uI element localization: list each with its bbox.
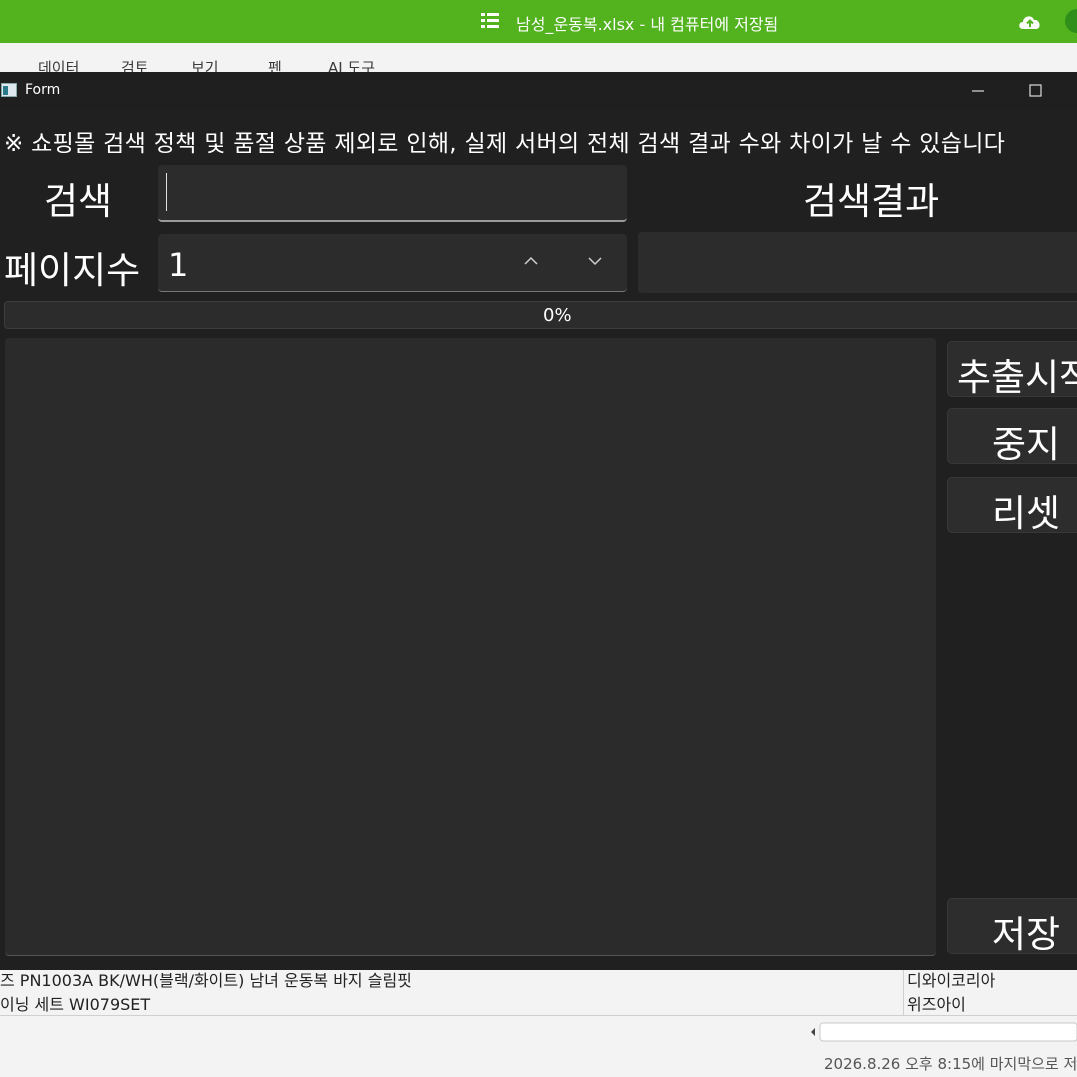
search-result-label: 검색결과 [803,180,940,223]
excel-title-bar: 남성_운동복.xlsx - 내 컴퓨터에 저장됨 [0,0,1077,43]
avatar[interactable] [1065,9,1077,33]
text-caret [166,173,167,211]
chevron-up-icon[interactable] [520,254,542,268]
document-list-icon [481,13,499,28]
stop-button[interactable]: 중지 [947,408,1077,464]
product-name-cell[interactable]: 이닝 세트 WI079SET [0,991,150,1015]
table-row[interactable]: 이닝 세트 WI079SET 위즈아이 [0,987,1077,1016]
search-label: 검색 [44,180,113,223]
cloud-upload-icon[interactable] [1017,11,1043,33]
maximize-icon[interactable] [1019,78,1051,104]
brand-cell[interactable]: 위즈아이 [907,991,966,1015]
horizontal-scrollbar[interactable] [800,1021,1077,1043]
page-count-stepper[interactable]: 1 [158,234,627,292]
reset-label: 리셋 [992,492,1061,533]
document-title[interactable]: 남성_운동복.xlsx - 내 컴퓨터에 저장됨 [516,11,778,35]
form-window: Form ※ 쇼핑몰 검색 정책 및 품절 상품 제외로 인해, 실제 서버의 … [0,72,1077,970]
save-button[interactable]: 저장 [947,898,1077,954]
progress-bar: 0% [4,301,1077,329]
notice-text: ※ 쇼핑몰 검색 정책 및 품절 상품 제외로 인해, 실제 서버의 전체 검색… [4,131,1006,157]
minimize-icon[interactable] [962,78,994,104]
cell-divider [903,987,904,1015]
form-title-bar[interactable]: Form [0,72,1077,110]
page-count-value: 1 [168,246,189,284]
search-result-field [638,232,1077,293]
stop-label: 중지 [992,423,1061,464]
window-title: Form [25,82,61,98]
save-status: 2026.8.26 오후 8:15에 마지막으로 저장 [824,1055,1077,1073]
page-count-label: 페이지수 [4,249,141,292]
chevron-down-icon[interactable] [584,254,606,268]
start-extract-button[interactable]: 추출시작 [947,341,1077,397]
save-label: 저장 [992,913,1061,954]
app-icon [1,83,17,97]
search-input[interactable] [158,165,627,222]
excel-ribbon: 데이터 검토 보기 펜 AI 도구 [0,43,1077,77]
start-extract-label: 추출시작 [957,356,1077,397]
log-output-area[interactable] [5,338,936,956]
reset-button[interactable]: 리셋 [947,477,1077,533]
progress-text: 0% [543,305,572,326]
